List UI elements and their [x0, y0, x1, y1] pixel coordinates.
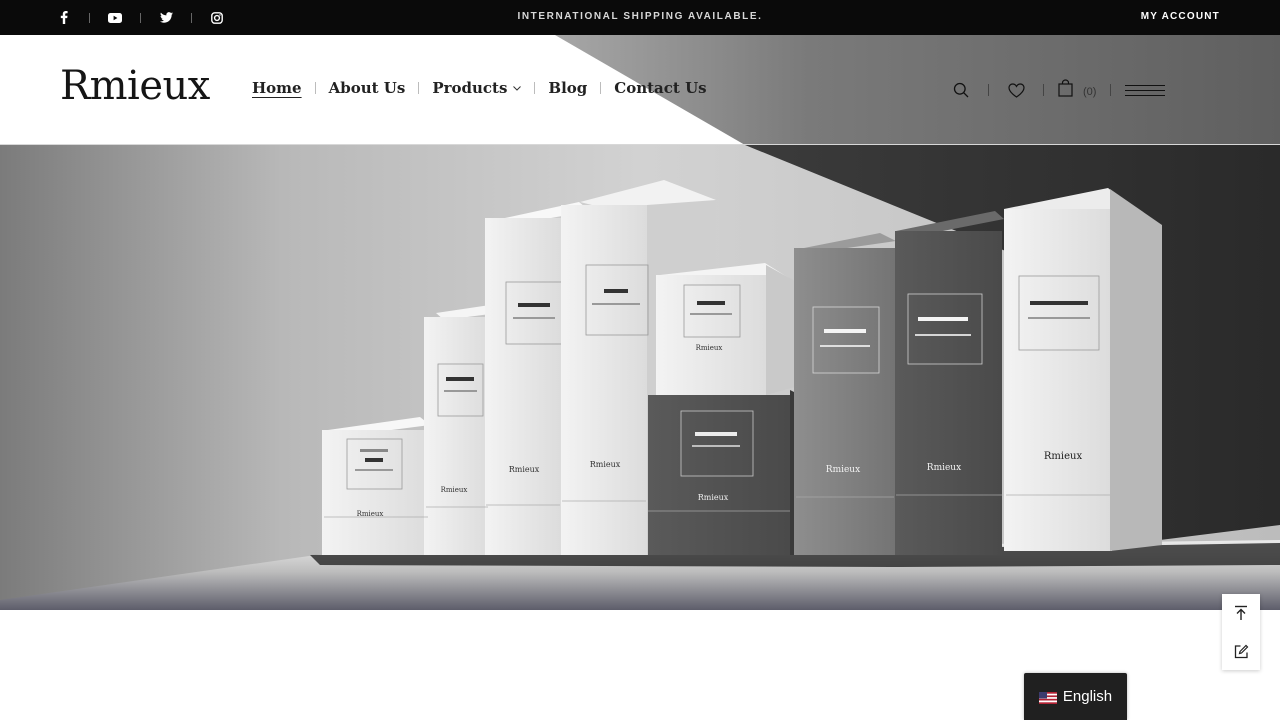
language-switcher[interactable]: English — [1024, 673, 1127, 720]
cart-icon — [1058, 78, 1073, 102]
divider — [988, 84, 989, 96]
menu-line — [1125, 84, 1166, 86]
menu-line — [1125, 94, 1166, 96]
svg-text:Rmieux: Rmieux — [927, 463, 961, 473]
cart-count: (0) — [1083, 85, 1097, 98]
menu-line — [1125, 89, 1166, 91]
search-icon[interactable] — [948, 77, 974, 103]
svg-text:Rmieux: Rmieux — [826, 465, 860, 475]
header-tools: (0) — [948, 77, 1166, 103]
nav-blog-label: Blog — [548, 79, 588, 97]
cart-button[interactable]: (0) — [1058, 78, 1097, 102]
shipping-message: INTERNATIONAL SHIPPING AVAILABLE. — [517, 11, 763, 22]
divider — [314, 82, 316, 94]
floating-toolbar — [1222, 594, 1260, 670]
edit-icon[interactable] — [1229, 639, 1253, 663]
menu-icon[interactable] — [1125, 77, 1166, 103]
nav-home[interactable]: Home — [252, 79, 302, 97]
svg-text:Rmieux: Rmieux — [509, 465, 540, 474]
svg-text:Rmieux: Rmieux — [698, 493, 729, 502]
nav-contact-label: Contact Us — [614, 79, 707, 97]
nav-products-label: Products — [432, 79, 508, 97]
nav-products[interactable]: Products — [432, 79, 522, 97]
language-label: English — [1062, 688, 1113, 705]
nav-contact-us[interactable]: Contact Us — [614, 79, 706, 97]
my-account-link[interactable]: MY ACCOUNT — [1141, 11, 1220, 22]
svg-text:Rmieux: Rmieux — [590, 460, 621, 469]
nav-about-label: About Us — [328, 79, 406, 97]
nav-blog[interactable]: Blog — [548, 79, 587, 97]
svg-text:Rmieux: Rmieux — [1044, 451, 1083, 462]
back-to-top-icon[interactable] — [1229, 601, 1253, 625]
divider — [418, 82, 420, 94]
hero-banner: Rmieux Rmieux Rmieux Rmieux Rmieux Rmieu… — [0, 145, 1280, 610]
divider — [1043, 84, 1044, 96]
svg-text:Rmieux: Rmieux — [441, 486, 468, 494]
main-nav: Home About Us Products Blog Contact Us — [252, 79, 707, 97]
heart-icon[interactable] — [1003, 77, 1029, 103]
divider — [1110, 84, 1112, 96]
us-flag-icon — [1038, 691, 1057, 704]
top-bar: INTERNATIONAL SHIPPING AVAILABLE. MY ACC… — [0, 0, 1280, 35]
divider — [600, 82, 602, 94]
divider — [534, 82, 536, 94]
brand-logo[interactable]: Rmieux — [60, 63, 210, 109]
nav-about-us[interactable]: About Us — [329, 79, 406, 97]
chevron-down-icon — [513, 85, 522, 91]
hero-product-image: Rmieux Rmieux Rmieux Rmieux Rmieux Rmieu… — [0, 145, 1280, 610]
svg-text:Rmieux: Rmieux — [696, 344, 723, 352]
site-header: Rmieux Home About Us Products Blog Conta… — [0, 35, 1280, 145]
nav-home-label: Home — [252, 79, 302, 97]
